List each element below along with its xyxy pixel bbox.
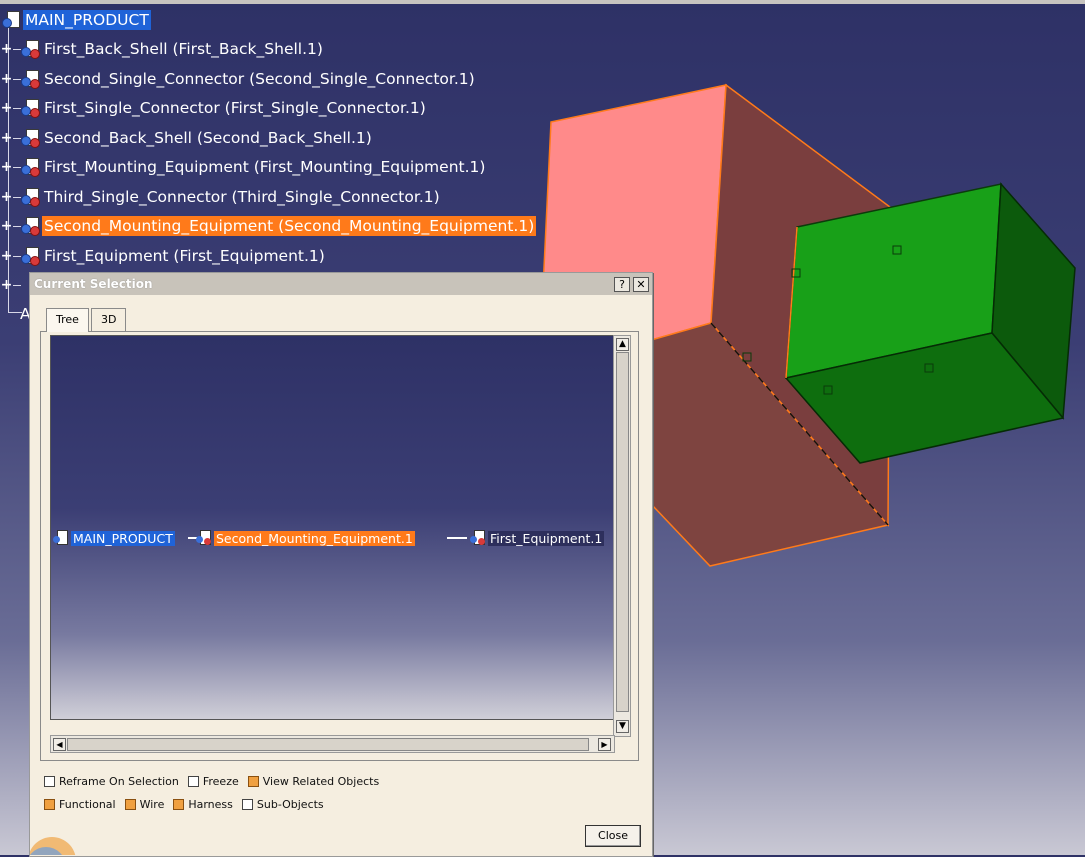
scroll-thumb[interactable] [616, 352, 629, 712]
expand-plus-icon[interactable]: + [1, 278, 13, 292]
tree-item-label[interactable]: Third_Single_Connector (Third_Single_Con… [42, 187, 442, 207]
component-icon [470, 529, 486, 547]
option-label: Sub-Objects [256, 798, 324, 811]
component-icon [21, 128, 40, 148]
expand-plus-icon[interactable]: + [1, 72, 13, 86]
tree-item-partial[interactable]: + [1, 273, 21, 297]
expand-plus-icon[interactable]: + [1, 101, 13, 115]
tree-item-label[interactable]: First_Back_Shell (First_Back_Shell.1) [42, 39, 325, 59]
checkbox[interactable] [187, 776, 199, 787]
path-node-root[interactable]: MAIN_PRODUCT [53, 529, 175, 547]
path-root-label[interactable]: MAIN_PRODUCT [71, 530, 175, 546]
wire-option[interactable]: Wire [124, 798, 165, 811]
tree-item-label[interactable]: Second_Single_Connector (Second_Single_C… [42, 69, 477, 89]
scroll-down-icon[interactable]: ▼ [616, 720, 629, 733]
tree-root-label[interactable]: MAIN_PRODUCT [23, 10, 151, 30]
option-label: Freeze [202, 775, 239, 788]
component-icon [21, 98, 40, 118]
current-selection-dialog: Current Selection ? ✕ Tree 3D MAIN_PRODU… [29, 272, 653, 857]
product-icon [53, 529, 69, 547]
options-row-1: Reframe On Selection Freeze View Related… [44, 775, 388, 788]
path-connector [447, 537, 467, 539]
decorative-globe-icon [30, 821, 78, 855]
tree-item-label[interactable]: Second_Mounting_Equipment (Second_Mounti… [42, 216, 537, 236]
path-child-label[interactable]: First_Equipment.1 [488, 530, 605, 546]
close-x-button[interactable]: ✕ [633, 277, 649, 292]
component-icon [21, 187, 40, 207]
tree-item[interactable]: + First_Single_Connector (First_Single_C… [1, 96, 428, 120]
functional-option[interactable]: Functional [44, 798, 116, 811]
expand-plus-icon[interactable]: + [1, 160, 13, 174]
vertical-scrollbar[interactable]: ▲ ▼ [613, 335, 631, 737]
tree-item[interactable]: + First_Mounting_Equipment (First_Mounti… [1, 155, 487, 179]
expand-plus-icon[interactable]: + [1, 42, 13, 56]
checkbox[interactable] [124, 799, 136, 810]
close-button[interactable]: Close [585, 825, 641, 847]
scroll-left-icon[interactable]: ◀ [53, 738, 66, 751]
checkbox[interactable] [241, 799, 253, 810]
tree-item[interactable]: + First_Back_Shell (First_Back_Shell.1) [1, 37, 325, 61]
component-icon [21, 39, 40, 59]
tree-item-label[interactable]: First_Equipment (First_Equipment.1) [42, 246, 327, 266]
scroll-right-icon[interactable]: ▶ [598, 738, 611, 751]
path-selected-label[interactable]: Second_Mounting_Equipment.1 [214, 530, 415, 546]
path-node-selected[interactable]: Second_Mounting_Equipment.1 [196, 529, 415, 547]
freeze-option[interactable]: Freeze [187, 775, 239, 788]
selection-path-view[interactable]: MAIN_PRODUCT Second_Mounting_Equipment.1… [50, 335, 615, 720]
sub-objects-option[interactable]: Sub-Objects [241, 798, 324, 811]
scroll-thumb[interactable] [67, 738, 589, 751]
option-label: Reframe On Selection [59, 775, 179, 788]
component-icon [21, 216, 40, 236]
option-label: Harness [188, 798, 233, 811]
options-row-2: Functional Wire Harness Sub-Objects [44, 798, 333, 811]
component-icon [21, 246, 40, 266]
component-icon [196, 529, 212, 547]
view-related-objects-option[interactable]: View Related Objects [247, 775, 380, 788]
tree-item-label[interactable]: First_Mounting_Equipment (First_Mounting… [42, 157, 487, 177]
option-label: Functional [59, 798, 116, 811]
tree-item[interactable]: + Second_Single_Connector (Second_Single… [1, 67, 477, 91]
expand-plus-icon[interactable]: + [1, 249, 13, 263]
tab-tree[interactable]: Tree [46, 308, 89, 332]
tree-item-label[interactable]: Second_Back_Shell (Second_Back_Shell.1) [42, 128, 374, 148]
tree-item[interactable]: + First_Equipment (First_Equipment.1) [1, 244, 327, 268]
expand-plus-icon[interactable]: + [1, 219, 13, 233]
harness-option[interactable]: Harness [173, 798, 233, 811]
checkbox[interactable] [247, 776, 259, 787]
tree-item[interactable]: + Third_Single_Connector (Third_Single_C… [1, 185, 442, 209]
help-button[interactable]: ? [614, 277, 630, 292]
tree-item-label[interactable]: First_Single_Connector (First_Single_Con… [42, 98, 428, 118]
checkbox[interactable] [44, 776, 55, 787]
product-icon [2, 10, 20, 30]
expand-plus-icon[interactable]: + [1, 131, 13, 145]
tree-item[interactable]: + Second_Back_Shell (Second_Back_Shell.1… [1, 126, 374, 150]
tree-root-node[interactable]: MAIN_PRODUCT [2, 8, 151, 32]
component-icon [21, 69, 40, 89]
tree-item-selected[interactable]: + Second_Mounting_Equipment (Second_Moun… [1, 214, 537, 238]
dialog-title: Current Selection [34, 277, 153, 291]
component-icon [21, 157, 40, 177]
checkbox[interactable] [44, 799, 55, 810]
horizontal-scrollbar[interactable]: ◀ ▶ [50, 735, 615, 753]
dialog-titlebar[interactable]: Current Selection ? ✕ [30, 273, 652, 295]
checkbox[interactable] [173, 799, 185, 810]
path-node-child[interactable]: First_Equipment.1 [470, 529, 605, 547]
option-label: View Related Objects [262, 775, 380, 788]
scroll-up-icon[interactable]: ▲ [616, 338, 629, 351]
expand-plus-icon[interactable]: + [1, 190, 13, 204]
reframe-on-selection-option[interactable]: Reframe On Selection [44, 775, 179, 788]
tab-3d[interactable]: 3D [91, 308, 127, 331]
option-label: Wire [139, 798, 165, 811]
